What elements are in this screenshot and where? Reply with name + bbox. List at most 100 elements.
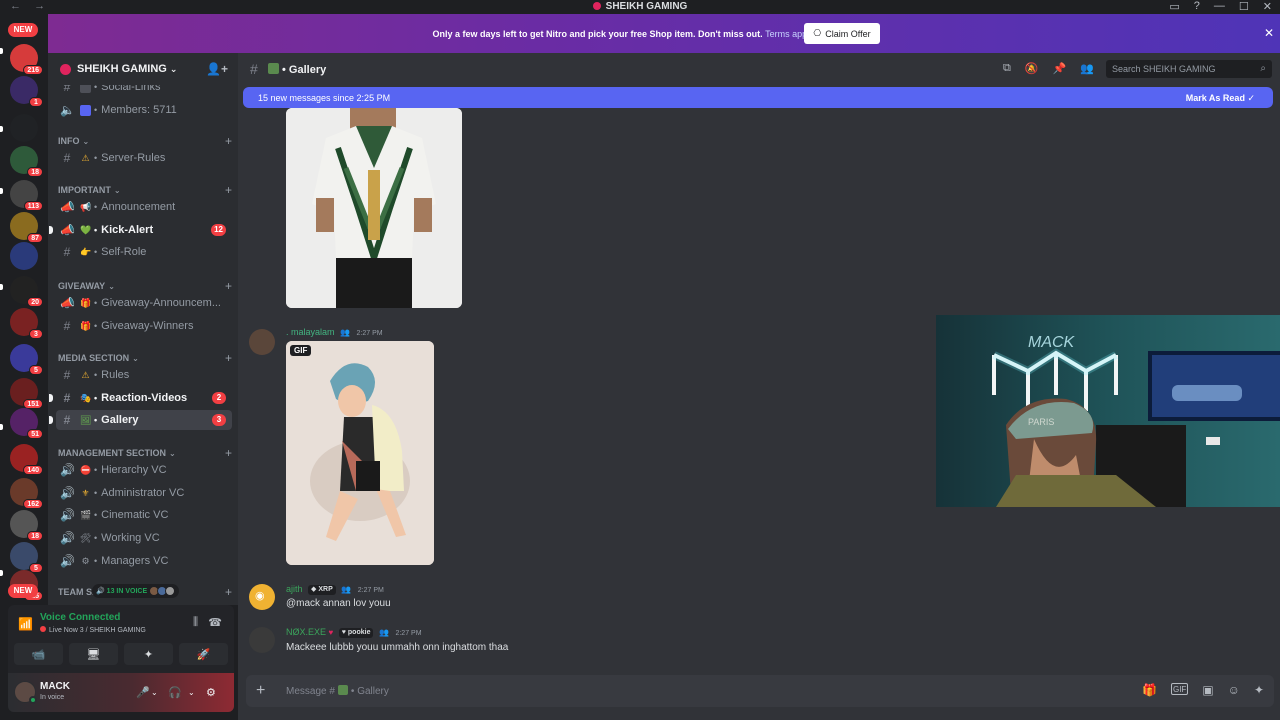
channel-gallery[interactable]: # 🖼 • Gallery 3 xyxy=(49,410,232,430)
category-giveaway[interactable]: GIVEAWAY ⌄ + xyxy=(58,279,232,293)
channel-server-rules[interactable]: # ⚠ • Server-Rules xyxy=(56,148,232,168)
add-channel-icon[interactable]: + xyxy=(225,585,232,599)
server-icon[interactable]: 18 xyxy=(10,146,43,177)
threads-icon[interactable]: ⧉ xyxy=(1003,62,1011,75)
mute-bell-icon[interactable]: 🔕 xyxy=(1025,62,1039,75)
gif-attachment[interactable]: GIF xyxy=(286,341,434,565)
microphone-icon[interactable]: 🎤 xyxy=(136,686,150,699)
server-icon[interactable]: 3 xyxy=(10,308,43,339)
channel-announcement[interactable]: 📣 📢 • Announcement xyxy=(56,197,232,217)
mark-as-read-button[interactable]: Mark As Read ✓ xyxy=(1186,93,1255,104)
server-icon[interactable]: 51 xyxy=(10,408,43,439)
sticker-icon[interactable]: ▣ xyxy=(1202,683,1213,697)
author-name[interactable]: ajith xyxy=(286,584,303,594)
chevron-down-icon: ⌄ xyxy=(169,63,178,74)
screen-share-button[interactable]: 🖥 xyxy=(69,643,118,665)
server-icon[interactable]: 140 xyxy=(10,444,43,475)
server-icon[interactable]: 113 xyxy=(10,180,43,211)
server-icon[interactable]: 87 xyxy=(10,212,43,243)
message-input[interactable]: Message # • Gallery xyxy=(286,685,389,697)
minimize-button[interactable]: — xyxy=(1214,0,1225,13)
close-window-button[interactable]: ✕ xyxy=(1263,0,1272,13)
add-channel-icon[interactable]: + xyxy=(225,134,232,148)
disconnect-icon[interactable]: ☎ xyxy=(208,616,222,629)
server-icon[interactable] xyxy=(10,242,38,270)
server-icon[interactable]: 1 xyxy=(10,76,43,107)
apps-icon[interactable]: ✦ xyxy=(1254,683,1264,697)
invite-people-icon[interactable]: 👤+ xyxy=(206,62,228,76)
member-list-icon[interactable]: 👥 xyxy=(1080,62,1094,75)
pin-icon[interactable]: 📌 xyxy=(1053,62,1067,75)
soundboard-button[interactable]: 🚀 xyxy=(179,643,228,665)
voice-connected-label[interactable]: Voice Connected xyxy=(40,612,120,623)
category-management-section[interactable]: MANAGEMENT SECTION ⌄ + xyxy=(58,446,232,460)
author-name[interactable]: NØX.EXE xyxy=(286,627,326,637)
channel-hierarchy-vc[interactable]: 🔊 ⛔ • Hierarchy VC xyxy=(56,460,232,480)
author-name[interactable]: . malayalam xyxy=(286,327,335,337)
chevron-down-icon[interactable]: ⌄ xyxy=(188,688,195,697)
headphones-icon[interactable]: 🎧 xyxy=(168,686,182,699)
inbox-icon[interactable]: ▭ xyxy=(1169,0,1179,13)
avatar[interactable] xyxy=(249,329,275,355)
maximize-button[interactable]: ☐ xyxy=(1239,0,1249,13)
avatar[interactable] xyxy=(249,627,275,653)
channel-working-vc[interactable]: 🔊 🛠 • Working VC xyxy=(56,528,232,548)
add-channel-icon[interactable]: + xyxy=(225,351,232,365)
channel-rules[interactable]: # ⚠ • Rules xyxy=(56,365,232,385)
gift-icon[interactable]: 🎁 xyxy=(1142,683,1157,697)
channel-administrator-vc[interactable]: 🔊 ⚜ • Administrator VC xyxy=(56,483,232,503)
webcam-stream-overlay[interactable]: MACK PARIS xyxy=(936,315,1280,507)
emoji-icon[interactable]: ☺ xyxy=(1228,683,1240,697)
user-row: MACK In voice 🎤 ⌄ 🎧 ⌄ ⚙ xyxy=(8,673,234,712)
search-input[interactable]: Search SHEIKH GAMING ⌕ xyxy=(1106,60,1272,78)
unread-pill xyxy=(0,188,3,194)
new-messages-bar[interactable]: 15 new messages since 2:25 PM Mark As Re… xyxy=(243,87,1273,108)
channel-reaction-videos[interactable]: # 🎭 • Reaction-Videos 2 xyxy=(49,388,232,408)
new-badge: NEW xyxy=(8,23,38,37)
message-time: 2:27 PM xyxy=(356,330,383,337)
close-banner-button[interactable]: ✕ xyxy=(1264,26,1274,40)
category-media-section[interactable]: MEDIA SECTION ⌄ + xyxy=(58,351,232,365)
signal-icon[interactable]: 📶 xyxy=(18,617,33,631)
username[interactable]: MACK xyxy=(40,681,70,692)
channel-members-count[interactable]: 🔈 • Members: 5711 xyxy=(56,100,232,120)
noise-suppression-icon[interactable]: ⫼ xyxy=(193,616,198,629)
channel-giveaway-winners[interactable]: # 🎁 • Giveaway-Winners xyxy=(56,316,232,336)
server-icon[interactable]: 18 xyxy=(10,510,43,541)
server-icon[interactable] xyxy=(10,114,38,142)
add-channel-icon[interactable]: + xyxy=(225,183,232,197)
activities-button[interactable]: ✦ xyxy=(124,643,173,665)
server-icon[interactable]: 5 xyxy=(10,344,43,375)
channel-cinematic-vc[interactable]: 🔊 🎬 • Cinematic VC xyxy=(56,505,232,525)
claim-offer-button[interactable]: ⎔ Claim Offer xyxy=(804,23,880,44)
server-icon[interactable]: 216 xyxy=(10,44,43,75)
server-icon[interactable]: 20 xyxy=(10,276,43,307)
gear-icon[interactable]: ⚙ xyxy=(206,686,216,699)
channel-managers-vc[interactable]: 🔊 ⚙ • Managers VC xyxy=(56,551,232,571)
chevron-down-icon: ⌄ xyxy=(169,448,176,458)
add-channel-icon[interactable]: + xyxy=(225,446,232,460)
channel-title: • Gallery xyxy=(268,63,326,76)
text-channel-icon: # xyxy=(63,245,71,259)
upload-plus-button[interactable]: + xyxy=(256,682,265,700)
server-icon[interactable]: 5 xyxy=(10,542,43,573)
category-info[interactable]: INFO ⌄ + xyxy=(58,134,232,148)
help-icon[interactable]: ? xyxy=(1194,0,1200,13)
heart-icon: ♥ xyxy=(328,628,334,637)
add-channel-icon[interactable]: + xyxy=(225,279,232,293)
server-icon[interactable]: 151 xyxy=(10,378,43,409)
text-channel-icon: # xyxy=(63,151,71,165)
in-voice-pill[interactable]: 🔊 13 IN VOICE xyxy=(92,584,180,598)
avatar[interactable] xyxy=(14,681,37,704)
chevron-down-icon[interactable]: ⌄ xyxy=(151,688,158,697)
image-attachment[interactable] xyxy=(286,108,462,308)
channel-kick-alert[interactable]: 📣 💚 • Kick-Alert 12 xyxy=(49,220,232,240)
category-important[interactable]: IMPORTANT ⌄ + xyxy=(58,183,232,197)
server-header[interactable]: SHEIKH GAMING ⌄ 👤+ xyxy=(48,53,238,85)
camera-button[interactable]: 📹 xyxy=(14,643,63,665)
server-icon[interactable]: 162 xyxy=(10,478,43,509)
channel-giveaway-announcem[interactable]: 📣 🎁 • Giveaway-Announcem... xyxy=(56,293,232,313)
gif-picker-button[interactable]: GIF xyxy=(1170,683,1189,695)
channel-self-role[interactable]: # 👉 • Self-Role xyxy=(56,242,232,262)
mention-badge: 216 xyxy=(23,65,43,75)
